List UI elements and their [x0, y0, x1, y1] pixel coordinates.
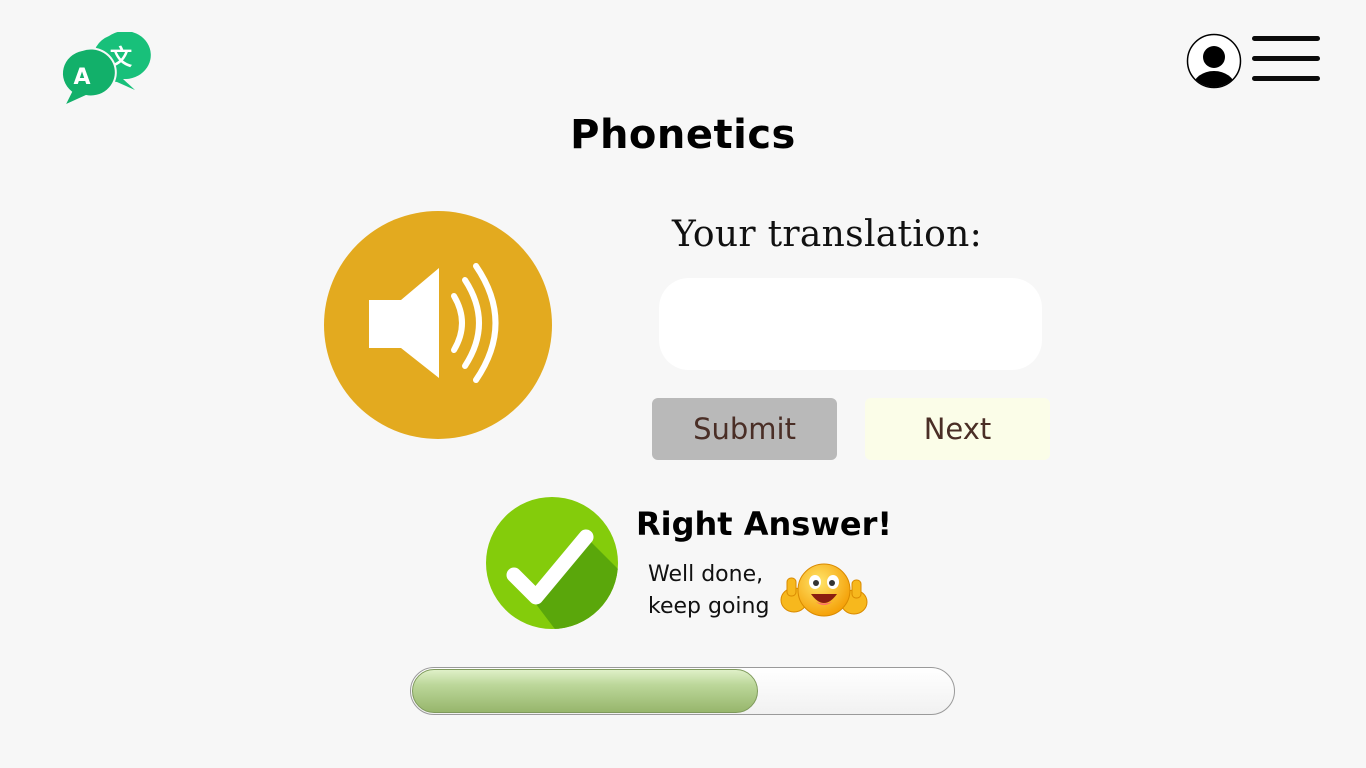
app-logo: 文 A [52, 31, 152, 112]
hamburger-menu-icon [1252, 36, 1320, 41]
next-button[interactable]: Next [865, 398, 1050, 460]
progress-bar [410, 667, 955, 715]
logo-letter-a: A [73, 65, 90, 90]
feedback-message-line2: keep going [648, 594, 770, 619]
progress-bar-fill [412, 669, 758, 713]
user-avatar-icon [1186, 33, 1242, 89]
menu-bar [1252, 56, 1320, 61]
hamburger-menu-button[interactable] [1252, 36, 1322, 86]
checkmark-icon [486, 497, 618, 629]
play-audio-button[interactable] [323, 210, 553, 440]
profile-button[interactable] [1186, 32, 1242, 90]
page-title: Phonetics [570, 112, 796, 158]
feedback-message-line1: Well done, [648, 562, 764, 587]
feedback-title: Right Answer! [636, 505, 892, 543]
speaker-volume-icon [324, 211, 552, 439]
thumbs-up-emoji [778, 560, 870, 622]
translate-chat-bubbles-icon: 文 A [61, 31, 151, 109]
translation-input[interactable] [659, 278, 1042, 370]
submit-button[interactable]: Submit [652, 398, 837, 460]
menu-bar [1252, 76, 1320, 81]
translation-label: Your translation: [672, 214, 982, 255]
